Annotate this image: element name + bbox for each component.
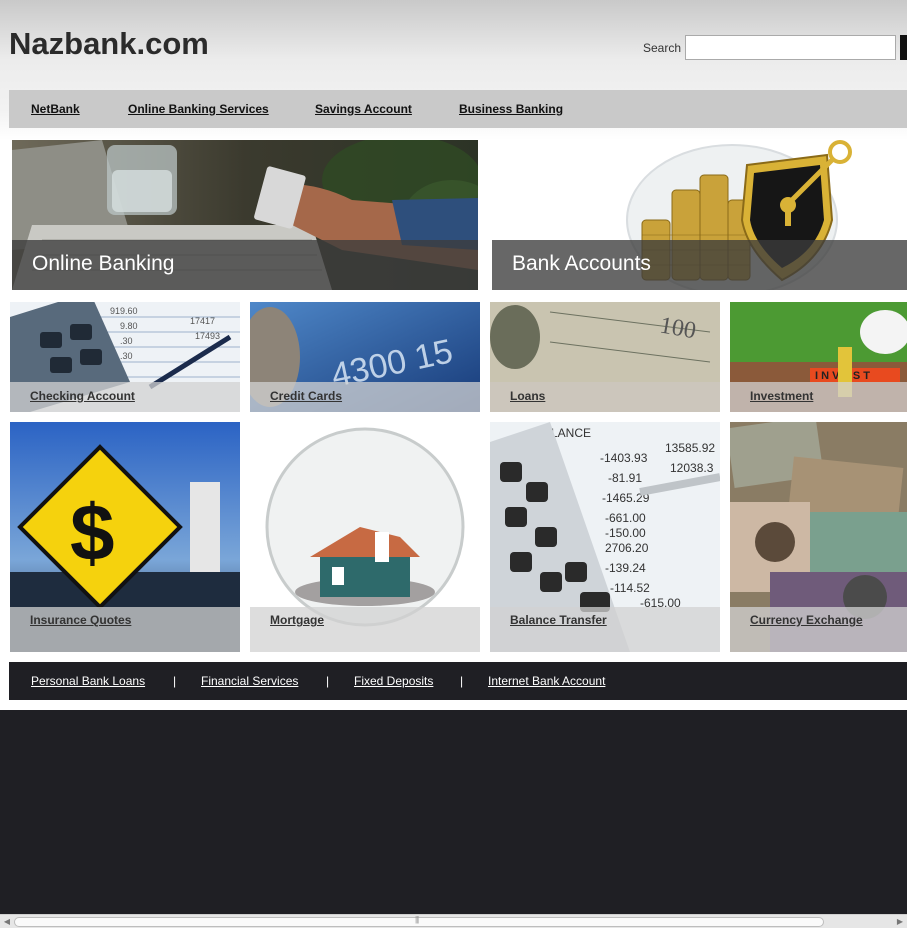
nav-savings-account[interactable]: Savings Account	[315, 102, 412, 116]
tile-currency-exchange[interactable]: Currency Exchange	[730, 422, 907, 652]
scrollbar-thumb[interactable]: |||	[14, 915, 824, 927]
svg-text:-139.24: -139.24	[605, 561, 646, 575]
tile-mortgage[interactable]: Mortgage	[250, 422, 480, 652]
tile-credit-cards[interactable]: 4300 15 Credit Cards	[250, 302, 480, 412]
svg-text:-81.91: -81.91	[608, 471, 642, 485]
tile-bank-accounts-label[interactable]: Bank Accounts	[512, 252, 651, 276]
footer-fixed-deposits[interactable]: Fixed Deposits	[354, 674, 433, 688]
scroll-left-arrow-icon[interactable]: ◀	[1, 916, 13, 928]
tile-caption: Mortgage	[250, 607, 480, 652]
tile-mortgage-label[interactable]: Mortgage	[270, 613, 324, 627]
tile-caption: Balance Transfer	[490, 607, 720, 652]
site-title[interactable]: Nazbank.com	[9, 26, 209, 62]
footer-personal-bank-loans[interactable]: Personal Bank Loans	[31, 674, 145, 688]
svg-text:-150.00: -150.00	[605, 526, 646, 540]
scroll-right-arrow-icon[interactable]: ▶	[894, 916, 906, 928]
main-navbar: NetBank Online Banking Services Savings …	[9, 90, 907, 128]
search-input[interactable]	[685, 35, 896, 60]
footer-financial-services[interactable]: Financial Services	[201, 674, 298, 688]
svg-text:17493: 17493	[195, 331, 220, 341]
svg-text:2706.20: 2706.20	[605, 541, 649, 555]
svg-text:-661.00: -661.00	[605, 511, 646, 525]
svg-text:$: $	[70, 488, 115, 577]
search-button[interactable]	[900, 35, 907, 60]
tile-online-banking-label[interactable]: Online Banking	[32, 252, 174, 276]
footer-separator: |	[460, 674, 464, 688]
nav-online-banking-services[interactable]: Online Banking Services	[128, 102, 269, 116]
tile-loans[interactable]: 100 Loans	[490, 302, 720, 412]
footer-separator: |	[173, 674, 177, 688]
tile-caption: Insurance Quotes	[10, 607, 240, 652]
search-label: Search	[643, 41, 682, 55]
footer-internet-bank-account[interactable]: Internet Bank Account	[488, 674, 605, 688]
footer-link-bar: Personal Bank Loans | Financial Services…	[9, 662, 907, 700]
tile-caption: Investment	[730, 382, 907, 412]
svg-text:17417: 17417	[190, 316, 215, 326]
horizontal-scrollbar[interactable]: ◀ ||| ▶	[0, 914, 907, 928]
tile-currency-exchange-label[interactable]: Currency Exchange	[750, 613, 863, 627]
svg-text:13585.92: 13585.92	[665, 441, 715, 455]
tile-bank-accounts[interactable]: Bank Accounts	[492, 140, 907, 290]
tile-balance-transfer[interactable]: BALANCE -1403.93 13585.92 -81.91 12038.3 -…	[490, 422, 720, 652]
tile-loans-label[interactable]: Loans	[510, 389, 545, 403]
tile-investment-label[interactable]: Investment	[750, 389, 813, 403]
tile-caption: Credit Cards	[250, 382, 480, 412]
svg-text:12038.3: 12038.3	[670, 461, 714, 475]
tile-caption: Currency Exchange	[730, 607, 907, 652]
tile-caption: Online Banking	[12, 240, 478, 290]
svg-text:9.80: 9.80	[120, 321, 138, 331]
nav-netbank[interactable]: NetBank	[31, 102, 80, 116]
svg-text:-1403.93: -1403.93	[600, 451, 648, 465]
tile-credit-cards-label[interactable]: Credit Cards	[270, 389, 342, 403]
footer-separator: |	[326, 674, 330, 688]
tile-online-banking[interactable]: Online Banking	[12, 140, 478, 290]
grip-icon: |||	[415, 915, 419, 924]
tile-checking-account-label[interactable]: Checking Account	[30, 389, 135, 403]
tile-caption: Bank Accounts	[492, 240, 907, 290]
tile-insurance-quotes[interactable]: $ Insurance Quotes	[10, 422, 240, 652]
tile-investment[interactable]: I N V E S T Investment	[730, 302, 907, 412]
svg-text:-114.52: -114.52	[610, 581, 650, 595]
tile-balance-transfer-label[interactable]: Balance Transfer	[510, 613, 607, 627]
svg-text:919.60: 919.60	[110, 306, 138, 316]
tile-insurance-quotes-label[interactable]: Insurance Quotes	[30, 613, 131, 627]
tile-caption: Checking Account	[10, 382, 240, 412]
tile-checking-account[interactable]: 919.60 17417 9.80 17493 .30 .30 Checking Ac…	[10, 302, 240, 412]
nav-business-banking[interactable]: Business Banking	[459, 102, 563, 116]
svg-text:.30: .30	[120, 336, 133, 346]
svg-text:.30: .30	[120, 351, 133, 361]
tile-caption: Loans	[490, 382, 720, 412]
